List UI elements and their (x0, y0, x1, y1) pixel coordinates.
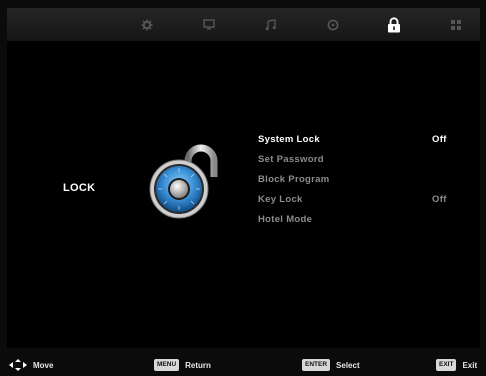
tab-time[interactable] (302, 8, 364, 41)
padlock-dial-icon (149, 144, 218, 219)
page-title: LOCK (63, 182, 96, 194)
hint-label: Exit (462, 360, 478, 370)
category-tab-bar (7, 8, 480, 41)
hint-move: Move (9, 358, 53, 372)
tab-lock[interactable] (363, 8, 425, 41)
menu-item-label: Block Program (258, 174, 330, 185)
menu-item-label: System Lock (258, 134, 320, 145)
hint-exit: EXIT Exit (436, 358, 477, 372)
tab-setup[interactable] (116, 8, 178, 41)
tv-menu-screen: LOCK System Lock Off Set Password Block … (0, 0, 486, 376)
menu-item-system-lock[interactable]: System Lock Off (258, 131, 458, 151)
hint-label: Select (336, 360, 360, 370)
clock-icon (327, 19, 339, 30)
lock-settings-menu: System Lock Off Set Password Block Progr… (258, 131, 458, 231)
menu-item-set-password[interactable]: Set Password (258, 151, 458, 171)
menu-frame: LOCK System Lock Off Set Password Block … (7, 8, 480, 348)
menu-item-value: Off (432, 134, 447, 145)
menu-item-label: Key Lock (258, 194, 303, 205)
direction-arrows-icon (9, 359, 27, 371)
enter-key-badge: ENTER (302, 359, 331, 371)
menu-item-label: Set Password (258, 154, 324, 165)
hint-label: Return (185, 360, 211, 370)
tab-picture[interactable] (178, 8, 240, 41)
exit-key-badge: EXIT (436, 359, 457, 371)
grid-icon (451, 19, 461, 30)
tab-sound[interactable] (240, 8, 302, 41)
lock-page: LOCK System Lock Off Set Password Block … (7, 41, 480, 348)
menu-item-hotel-mode[interactable]: Hotel Mode (258, 211, 458, 231)
monitor-icon (203, 18, 215, 29)
menu-item-block-program[interactable]: Block Program (258, 171, 458, 191)
key-hint-bar: Move MENU Return ENTER Select EXIT Exit (0, 350, 486, 376)
menu-item-value: Off (432, 194, 447, 205)
menu-item-label: Hotel Mode (258, 214, 313, 225)
lock-icon (388, 16, 400, 32)
hint-return: MENU Return (154, 358, 211, 372)
menu-key-badge: MENU (154, 359, 180, 371)
music-note-icon (265, 18, 276, 30)
gear-icon (141, 19, 153, 30)
hint-label: Move (33, 360, 54, 370)
hint-select: ENTER Select (302, 358, 360, 372)
tab-app[interactable] (425, 8, 486, 41)
menu-item-key-lock[interactable]: Key Lock Off (258, 191, 458, 211)
